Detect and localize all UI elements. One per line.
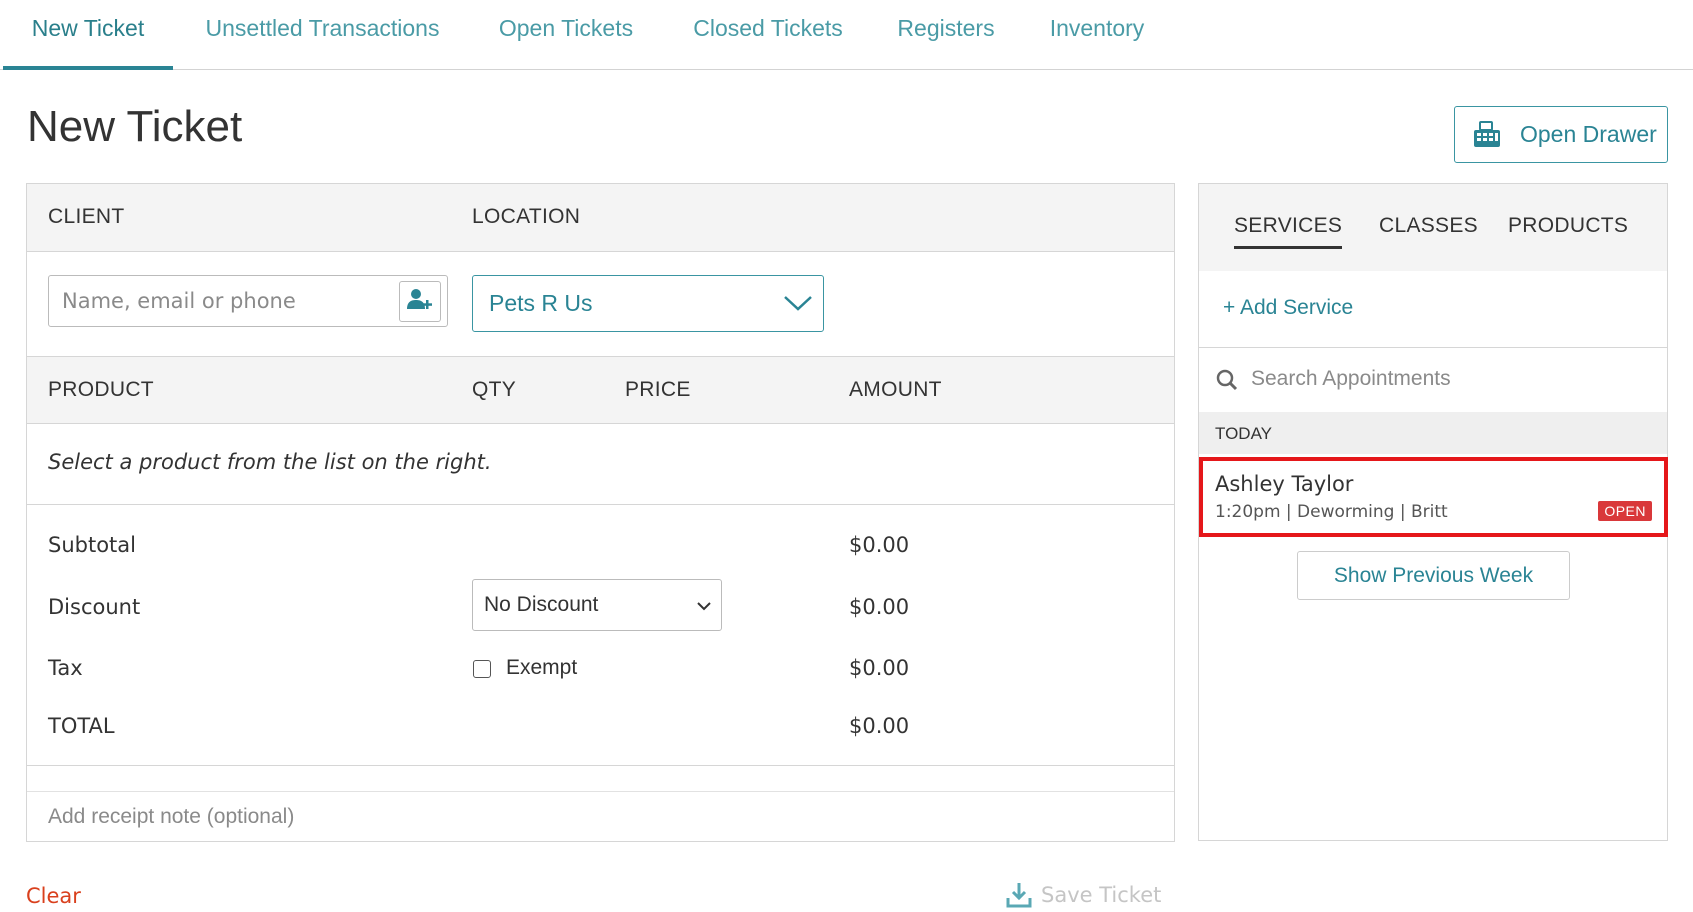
discount-value: $0.00 (849, 595, 910, 619)
subtotal-label: Subtotal (48, 533, 136, 557)
clear-button[interactable]: Clear (26, 884, 81, 908)
chevron-down-icon (697, 598, 711, 616)
save-ticket-label: Save Ticket (1041, 883, 1162, 907)
client-search-input[interactable] (49, 276, 399, 326)
receipt-note-input[interactable] (27, 791, 1174, 841)
location-value: Pets R Us (489, 290, 593, 316)
services-tabs: SERVICES CLASSES PRODUCTS (1199, 184, 1667, 271)
tax-value: $0.00 (849, 656, 910, 680)
ticket-panel: CLIENT LOCATION Pets R Us PRODUCT QTY PR… (26, 183, 1175, 842)
tab-products[interactable]: PRODUCTS (1508, 214, 1628, 246)
discount-select-value: No Discount (484, 593, 599, 616)
search-appointments-input[interactable] (1251, 358, 1651, 400)
client-search-field (48, 275, 448, 327)
chevron-down-icon (783, 294, 813, 317)
tab-services[interactable]: SERVICES (1234, 214, 1343, 249)
appointment-search (1199, 348, 1667, 411)
add-user-icon (407, 288, 433, 315)
product-column-header: PRODUCT (48, 378, 154, 401)
appointment-client-name: Ashley Taylor (1215, 472, 1354, 496)
price-column-header: PRICE (625, 378, 691, 401)
tax-exempt-checkbox[interactable] (473, 660, 491, 678)
search-icon (1216, 369, 1238, 396)
divider (27, 765, 1174, 766)
tab-closed-tickets[interactable]: Closed Tickets (688, 0, 848, 70)
download-icon (1005, 881, 1033, 909)
subtotal-value: $0.00 (849, 533, 910, 557)
location-select[interactable]: Pets R Us (472, 275, 824, 332)
tax-exempt-label: Exempt (506, 656, 578, 679)
services-panel: SERVICES CLASSES PRODUCTS + Add Service … (1198, 183, 1668, 841)
tab-classes[interactable]: CLASSES (1379, 214, 1478, 246)
status-badge: OPEN (1598, 501, 1652, 521)
open-drawer-label: Open Drawer (1520, 121, 1657, 147)
qty-column-header: QTY (472, 378, 517, 401)
save-ticket-button[interactable]: Save Ticket (1005, 879, 1161, 911)
tab-unsettled-transactions[interactable]: Unsettled Transactions (200, 0, 445, 70)
divider (27, 504, 1174, 505)
tab-registers[interactable]: Registers (896, 0, 996, 70)
total-value: $0.00 (849, 714, 910, 738)
tab-inventory[interactable]: Inventory (1044, 0, 1150, 70)
tab-open-tickets[interactable]: Open Tickets (494, 0, 638, 70)
appointment-details: 1:20pm | Deworming | Britt (1215, 502, 1448, 522)
tab-new-ticket[interactable]: New Ticket (3, 0, 173, 70)
discount-select[interactable]: No Discount (472, 579, 722, 631)
discount-label: Discount (48, 595, 141, 619)
show-previous-week-button[interactable]: Show Previous Week (1297, 551, 1570, 600)
total-label: TOTAL (48, 714, 115, 738)
add-service-link[interactable]: + Add Service (1223, 296, 1353, 320)
location-header: LOCATION (472, 205, 581, 228)
cash-register-icon (1472, 120, 1504, 149)
client-location-header: CLIENT LOCATION (27, 184, 1174, 252)
appointment-item[interactable]: Ashley Taylor 1:20pm | Deworming | Britt… (1199, 457, 1668, 537)
amount-column-header: AMOUNT (849, 378, 942, 401)
product-table-header: PRODUCT QTY PRICE AMOUNT (27, 356, 1174, 424)
empty-products-message: Select a product from the list on the ri… (48, 450, 492, 474)
add-client-button[interactable] (399, 281, 441, 322)
top-nav: New Ticket Unsettled Transactions Open T… (0, 0, 1693, 70)
open-drawer-button[interactable]: Open Drawer (1454, 106, 1668, 163)
client-header: CLIENT (48, 205, 125, 228)
tax-label: Tax (48, 656, 83, 680)
today-label: TODAY (1215, 424, 1272, 443)
page-title: New Ticket (27, 102, 243, 151)
today-section-header: TODAY (1199, 412, 1667, 454)
